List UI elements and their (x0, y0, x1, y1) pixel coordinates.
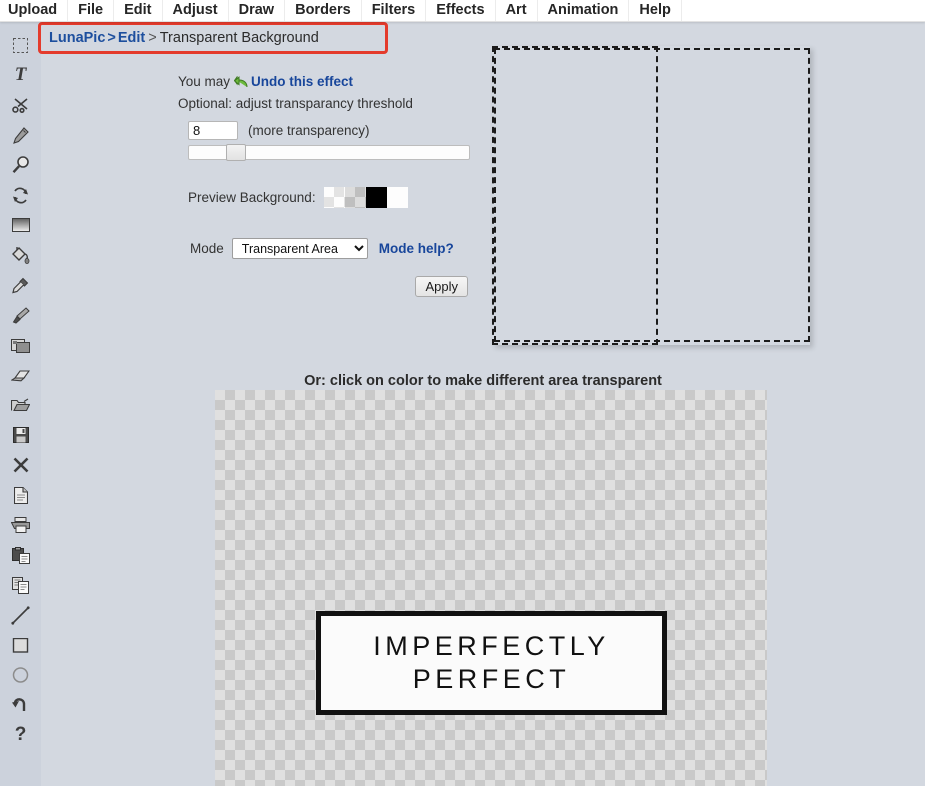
menu-item-upload[interactable]: Upload (0, 0, 69, 21)
sign-graphic[interactable]: IMPERFECTLY PERFECT (316, 611, 667, 715)
mode-label: Mode (190, 241, 224, 256)
open-folder-icon[interactable] (0, 390, 41, 420)
undo-effect-row: You may Undo this effect (178, 72, 478, 94)
breadcrumb-separator-2: > (148, 30, 157, 46)
preview-background-row: Preview Background: (188, 187, 478, 208)
ellipse-tool-icon[interactable] (0, 660, 41, 690)
left-tool-rail: T ? (0, 22, 41, 786)
scissors-icon[interactable] (0, 90, 41, 120)
rectangle-tool-icon[interactable] (0, 630, 41, 660)
menu-item-borders[interactable]: Borders (285, 0, 362, 21)
undo-prefix-label: You may (178, 74, 231, 89)
menu-item-adjust[interactable]: Adjust (163, 0, 229, 21)
menu-item-draw[interactable]: Draw (229, 0, 286, 21)
menu-item-art[interactable]: Art (496, 0, 538, 21)
main-image-canvas[interactable]: IMPERFECTLY PERFECT (215, 390, 767, 786)
swatch-black[interactable] (365, 187, 387, 208)
clipboard-paste-icon[interactable] (0, 540, 41, 570)
gradient-icon[interactable] (0, 210, 41, 240)
paintbrush-icon[interactable] (0, 300, 41, 330)
mode-row: Mode Transparent Area Mode help? (190, 238, 478, 259)
menu-item-effects[interactable]: Effects (426, 0, 496, 21)
eraser-icon[interactable] (0, 360, 41, 390)
breadcrumb-annotation-box: LunaPic > Edit > Transparent Background (38, 22, 388, 54)
close-x-icon[interactable] (0, 450, 41, 480)
preview-background-swatches (323, 187, 408, 208)
eyedropper-icon[interactable] (0, 270, 41, 300)
sign-text-line-2: PERFECT (412, 664, 571, 694)
selection-outline-full (494, 48, 810, 342)
main-menu-bar: Upload File Edit Adjust Draw Borders Fil… (0, 0, 925, 22)
line-tool-icon[interactable] (0, 600, 41, 630)
mode-help-link[interactable]: Mode help? (379, 241, 454, 256)
breadcrumb: LunaPic > Edit > Transparent Background (49, 30, 319, 46)
transparency-controls-panel: You may Undo this effect Optional: adjus… (178, 72, 478, 297)
preview-background-label: Preview Background: (188, 190, 316, 205)
menu-item-filters[interactable]: Filters (362, 0, 427, 21)
undo-arrow-icon[interactable] (0, 690, 41, 720)
threshold-slider[interactable] (188, 144, 470, 161)
menu-item-edit[interactable]: Edit (114, 0, 163, 21)
copy-icon[interactable] (0, 570, 41, 600)
slider-thumb[interactable] (226, 144, 246, 161)
preview-thumbnail[interactable] (492, 46, 810, 345)
magnifier-icon[interactable] (0, 150, 41, 180)
breadcrumb-link-lunapic[interactable]: LunaPic (49, 30, 105, 46)
menu-item-animation[interactable]: Animation (538, 0, 630, 21)
mode-select[interactable]: Transparent Area (231, 238, 368, 259)
paint-bucket-icon[interactable] (0, 240, 41, 270)
breadcrumb-link-edit[interactable]: Edit (118, 30, 145, 46)
undo-green-arrow-icon (233, 75, 249, 92)
apply-row: Apply (178, 276, 468, 297)
canvas-instruction-caption: Or: click on color to make different are… (304, 373, 662, 389)
swatch-white[interactable] (386, 187, 408, 208)
breadcrumb-current-page: Transparent Background (159, 30, 319, 46)
breadcrumb-separator-1: > (107, 30, 116, 46)
pencil-icon[interactable] (0, 120, 41, 150)
save-floppy-icon[interactable] (0, 420, 41, 450)
crop-image-icon[interactable] (0, 330, 41, 360)
threshold-hint-label: (more transparency) (248, 123, 370, 138)
printer-icon[interactable] (0, 510, 41, 540)
swatch-checker-dark[interactable] (344, 187, 366, 208)
apply-button[interactable]: Apply (415, 276, 468, 297)
threshold-input-row: (more transparency) (188, 121, 478, 140)
rotate-icon[interactable] (0, 180, 41, 210)
selection-marquee-icon[interactable] (0, 30, 41, 60)
sign-text-line-1: IMPERFECTLY (373, 631, 610, 661)
document-icon[interactable] (0, 480, 41, 510)
undo-this-effect-link[interactable]: Undo this effect (251, 74, 353, 89)
swatch-checker-light[interactable] (323, 187, 345, 208)
help-question-icon[interactable]: ? (0, 720, 41, 750)
text-tool-icon[interactable]: T (0, 60, 41, 90)
optional-threshold-label: Optional: adjust transparancy threshold (178, 96, 413, 111)
menu-item-help[interactable]: Help (629, 0, 682, 21)
threshold-input[interactable] (188, 121, 238, 140)
menu-item-file[interactable]: File (68, 0, 115, 21)
